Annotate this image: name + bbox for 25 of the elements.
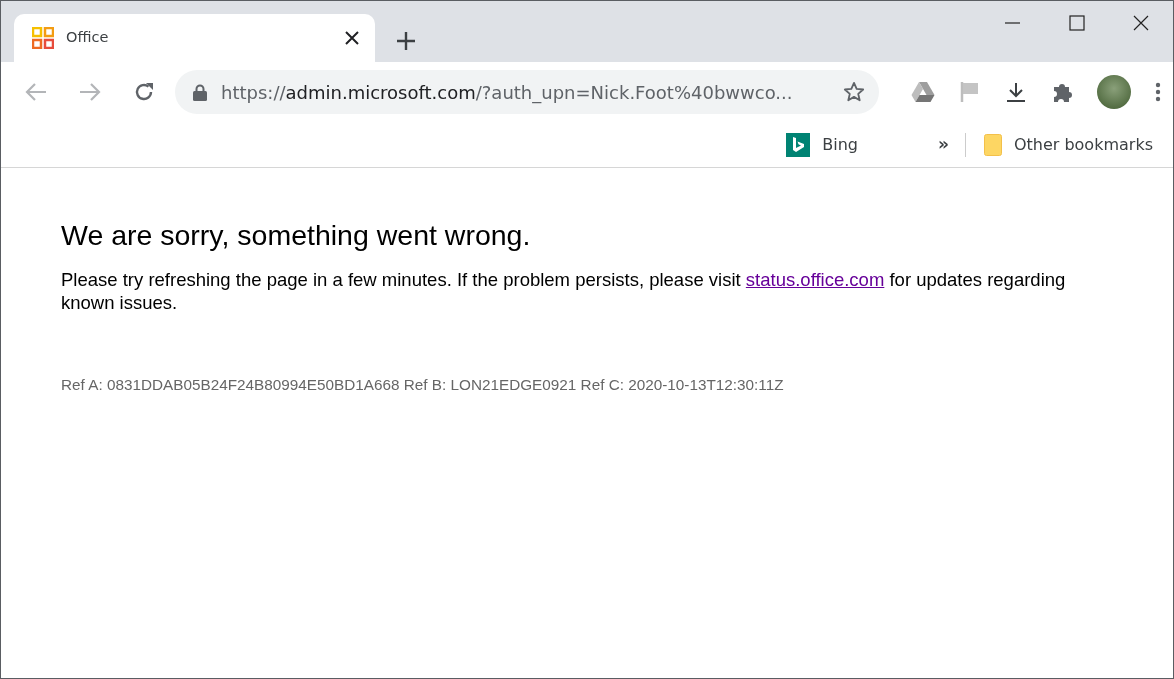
- bookmark-link[interactable]: Other bookmarks: [1013, 132, 1153, 157]
- status-link[interactable]: status.office.com: [745, 269, 885, 291]
- url-text: https://admin.microsoft.com/?auth_upn=Nick.Foot%40bwwco...: [221, 80, 794, 106]
- folder-icon: [983, 133, 1002, 156]
- office-logo-icon: [32, 27, 54, 49]
- bing-logo-icon: [786, 132, 811, 157]
- drive-icon[interactable]: [911, 81, 935, 103]
- address-bar[interactable]: https://admin.microsoft.com/?auth_upn=Nick.Foot%40bwwco...: [175, 70, 879, 114]
- browser-tab[interactable]: Office: [14, 14, 375, 62]
- close-tab-icon[interactable]: [345, 31, 359, 45]
- menu-icon[interactable]: [1155, 81, 1161, 103]
- maximize-icon[interactable]: [1069, 15, 1085, 31]
- avatar-icon[interactable]: [1097, 75, 1131, 109]
- close-window-icon[interactable]: [1133, 15, 1149, 31]
- download-icon[interactable]: [1005, 81, 1027, 103]
- lock-icon: [193, 83, 207, 101]
- puzzle-icon[interactable]: [1051, 81, 1073, 103]
- star-icon[interactable]: [843, 81, 865, 103]
- bookmark-link[interactable]: Bing: [822, 132, 858, 157]
- error-message: Please try refreshing the page in a few minutes. If the problem persists, please visit status.office.com for updates regarding known issues.: [61, 268, 1067, 315]
- tab-title: Office: [66, 28, 110, 48]
- bookmark-overflow[interactable]: »: [937, 131, 949, 158]
- reference-text: Ref A: 0831DDAB05B24F24B80994E50BD1A668 Ref B: LON21EDGE0921 Ref C: 2020-10-13T12:30:11Z: [61, 375, 785, 396]
- error-heading: We are sorry, something went wrong.: [61, 218, 532, 253]
- new-tab-icon[interactable]: [397, 32, 415, 50]
